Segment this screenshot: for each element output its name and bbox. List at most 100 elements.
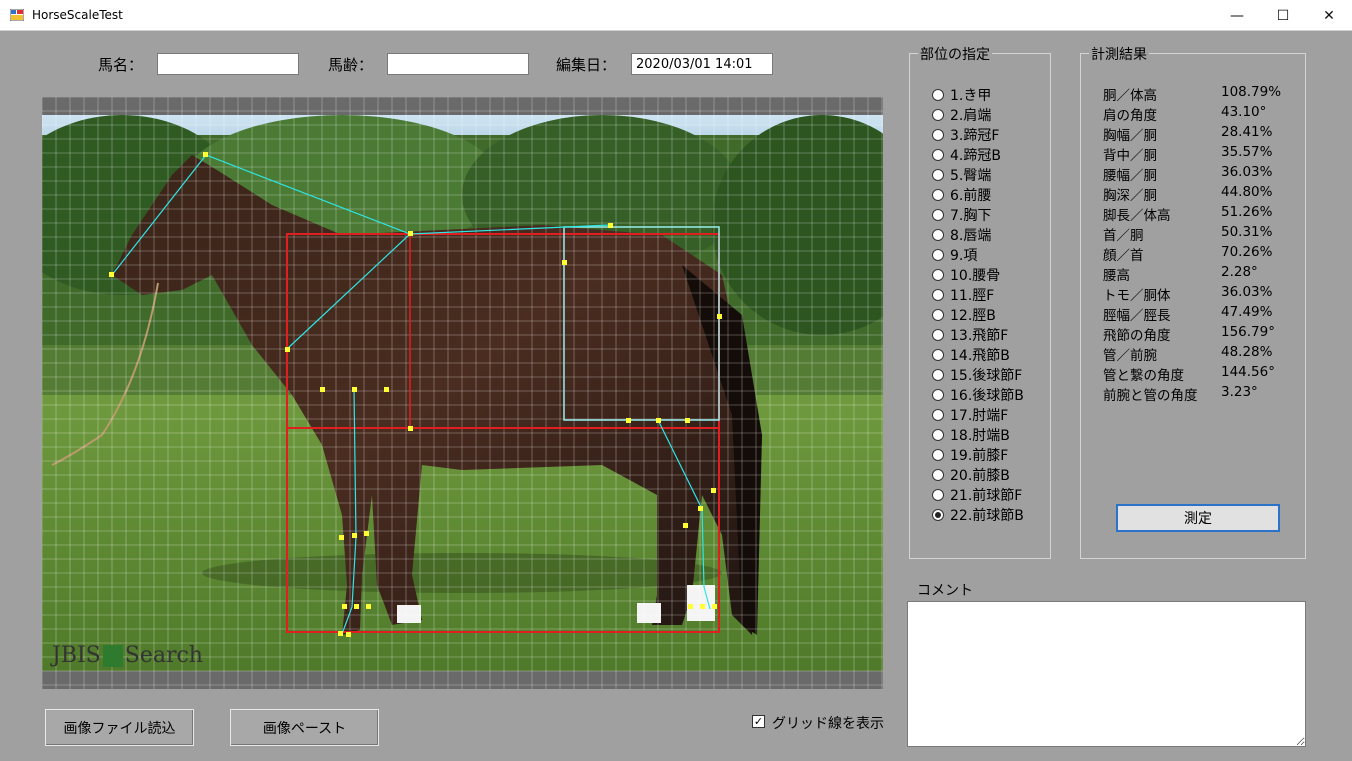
radio-button[interactable]	[932, 489, 944, 501]
part-radio-item[interactable]: 9.項	[932, 245, 977, 265]
part-radio-item[interactable]: 14.飛節B	[932, 345, 1010, 365]
parts-group: 部位の指定 1.き甲 2.肩端 3.蹄冠F 4.蹄冠B 5.臀端 6.前腰 7.胸下 8.唇端…	[909, 44, 1051, 559]
result-value: 36.03%	[1221, 164, 1273, 180]
result-key: トモ／胴体	[1103, 288, 1171, 304]
result-value: 48.28%	[1221, 344, 1273, 360]
part-radio-item[interactable]: 3.蹄冠F	[932, 125, 999, 145]
radio-button[interactable]	[932, 169, 944, 181]
radio-button[interactable]	[932, 229, 944, 241]
result-key: 脛幅／脛長	[1103, 308, 1171, 324]
edit-date-label: 編集日：	[556, 56, 617, 74]
part-radio-label: 10.腰骨	[950, 268, 1001, 284]
part-radio-item[interactable]: 1.き甲	[932, 85, 991, 105]
part-radio-label: 8.唇端	[950, 228, 992, 244]
radio-button[interactable]	[932, 289, 944, 301]
part-radio-item[interactable]: 18.肘端B	[932, 425, 1010, 445]
result-row: 顔／首 70.26%	[1103, 244, 1313, 264]
comment-textarea[interactable]	[907, 601, 1306, 747]
part-radio-item[interactable]: 15.後球節F	[932, 365, 1022, 385]
load-image-button[interactable]: 画像ファイル読込	[45, 709, 194, 746]
horse-age-input[interactable]	[387, 53, 529, 75]
part-radio-label: 17.肘端F	[950, 408, 1009, 424]
result-value: 47.49%	[1221, 304, 1273, 320]
app-icon	[10, 9, 24, 21]
radio-button[interactable]	[932, 429, 944, 441]
radio-button[interactable]	[932, 209, 944, 221]
part-radio-item[interactable]: 16.後球節B	[932, 385, 1024, 405]
radio-button[interactable]	[932, 249, 944, 261]
measure-button[interactable]: 測定	[1116, 504, 1280, 532]
radio-button[interactable]	[932, 109, 944, 121]
radio-button[interactable]	[932, 349, 944, 361]
part-radio-item[interactable]: 20.前膝B	[932, 465, 1010, 485]
edit-date-input[interactable]	[631, 53, 773, 75]
paste-image-button[interactable]: 画像ペースト	[230, 709, 379, 746]
radio-button[interactable]	[932, 389, 944, 401]
part-radio-item[interactable]: 2.肩端	[932, 105, 991, 125]
result-row: 前腕と管の角度 3.23°	[1103, 384, 1313, 404]
part-radio-item[interactable]: 10.腰骨	[932, 265, 1000, 285]
part-radio-item[interactable]: 12.脛B	[932, 305, 996, 325]
radio-button[interactable]	[932, 469, 944, 481]
radio-button[interactable]	[932, 449, 944, 461]
result-value: 51.26%	[1221, 204, 1273, 220]
grid-toggle-checkbox[interactable]: ✓	[752, 715, 765, 728]
part-radio-item[interactable]: 7.胸下	[932, 205, 991, 225]
result-row: 管と繋の角度 144.56°	[1103, 364, 1313, 384]
horse-name-label: 馬名：	[98, 56, 144, 74]
result-value: 144.56°	[1221, 364, 1275, 380]
result-key: 胸深／胴	[1103, 188, 1157, 204]
result-row: 管／前腕 48.28%	[1103, 344, 1313, 364]
part-radio-item[interactable]: 17.肘端F	[932, 405, 1008, 425]
window-title: HorseScaleTest	[32, 8, 123, 22]
result-key: 管と繋の角度	[1103, 368, 1184, 384]
part-radio-label: 6.前腰	[950, 188, 992, 204]
result-value: 43.10°	[1221, 104, 1267, 120]
result-key: 管／前腕	[1103, 348, 1157, 364]
part-radio-item[interactable]: 19.前膝F	[932, 445, 1008, 465]
part-radio-item[interactable]: 8.唇端	[932, 225, 991, 245]
minimize-button[interactable]: —	[1214, 0, 1260, 31]
result-value: 2.28°	[1221, 264, 1258, 280]
result-row: 胸深／胴 44.80%	[1103, 184, 1313, 204]
result-value: 35.57%	[1221, 144, 1273, 160]
part-radio-item[interactable]: 4.蹄冠B	[932, 145, 1001, 165]
radio-button[interactable]	[932, 89, 944, 101]
result-key: 背中／胴	[1103, 148, 1157, 164]
part-radio-label: 18.肘端B	[950, 428, 1010, 444]
part-radio-item[interactable]: 22.前球節B	[932, 505, 1024, 525]
part-radio-label: 5.臀端	[950, 168, 992, 184]
result-key: 飛節の角度	[1103, 328, 1171, 344]
part-radio-label: 15.後球節F	[950, 368, 1023, 384]
part-radio-label: 14.飛節B	[950, 348, 1010, 364]
radio-button[interactable]	[932, 369, 944, 381]
horse-name-input[interactable]	[157, 53, 299, 75]
result-value: 28.41%	[1221, 124, 1273, 140]
radio-button[interactable]	[932, 409, 944, 421]
radio-button[interactable]	[932, 509, 944, 521]
part-radio-item[interactable]: 5.臀端	[932, 165, 991, 185]
maximize-button[interactable]: ☐	[1260, 0, 1306, 31]
radio-button[interactable]	[932, 269, 944, 281]
part-radio-label: 21.前球節F	[950, 488, 1023, 504]
result-value: 70.26%	[1221, 244, 1273, 260]
radio-button[interactable]	[932, 189, 944, 201]
logo-text-right: Search	[124, 643, 203, 668]
part-radio-label: 1.き甲	[950, 88, 992, 104]
result-key: 肩の角度	[1103, 108, 1157, 124]
part-radio-label: 9.項	[950, 248, 978, 264]
image-canvas[interactable]: JBIS Search	[42, 97, 883, 689]
radio-button[interactable]	[932, 149, 944, 161]
result-row: 飛節の角度 156.79°	[1103, 324, 1313, 344]
result-row: 肩の角度 43.10°	[1103, 104, 1313, 124]
part-radio-item[interactable]: 11.脛F	[932, 285, 994, 305]
close-button[interactable]: ✕	[1306, 0, 1352, 31]
radio-button[interactable]	[932, 329, 944, 341]
radio-button[interactable]	[932, 129, 944, 141]
part-radio-item[interactable]: 6.前腰	[932, 185, 991, 205]
part-radio-item[interactable]: 21.前球節F	[932, 485, 1022, 505]
part-radio-item[interactable]: 13.飛節F	[932, 325, 1008, 345]
result-row: 胴／体高 108.79%	[1103, 84, 1313, 104]
radio-button[interactable]	[932, 309, 944, 321]
logo-text-left: JBIS	[52, 643, 101, 668]
